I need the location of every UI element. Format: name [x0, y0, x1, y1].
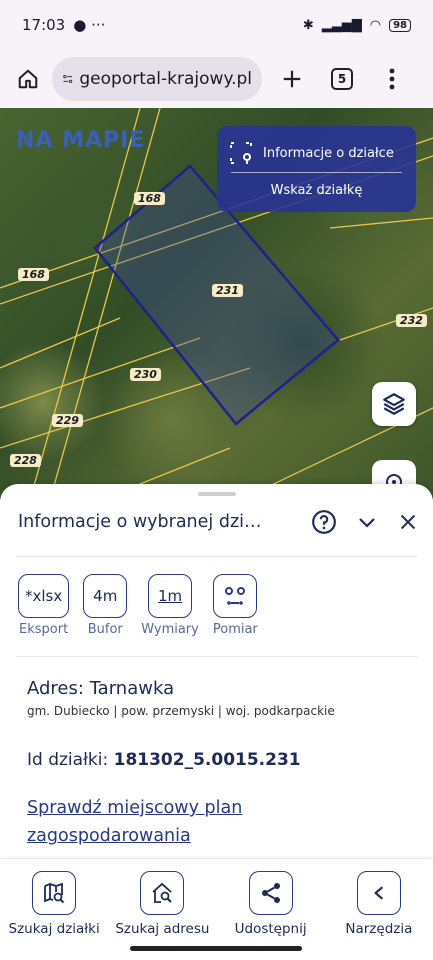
export-tool[interactable]: *xlsx Eksport: [18, 574, 70, 637]
divider: [16, 656, 417, 657]
site-settings-icon[interactable]: [62, 69, 73, 89]
parcel-id: Id działki: 181302_5.0015.231: [27, 750, 301, 770]
parcel-select-icon: [230, 142, 252, 164]
measure-icon: [213, 574, 258, 618]
parcel-label: 231: [212, 284, 243, 297]
parcel-label: 229: [52, 414, 83, 427]
buffer-tool[interactable]: 4m Bufor: [83, 574, 128, 637]
battery-indicator: 98: [389, 18, 411, 32]
point-parcel-button[interactable]: Wskaż działkę: [217, 183, 416, 198]
parcel-label: 232: [396, 314, 427, 327]
tools-icon: [356, 871, 401, 915]
gesture-bar[interactable]: [130, 946, 302, 951]
map-search-icon: [32, 871, 77, 915]
tab-switcher-button[interactable]: 5: [324, 61, 360, 97]
url-text: geoportal-krajowy.pl: [79, 69, 252, 89]
tab-count: 5: [331, 68, 353, 90]
nav-search-parcel[interactable]: Szukaj działki: [0, 859, 108, 960]
browser-toolbar: geoportal-krajowy.pl 5: [0, 50, 433, 108]
browser-menu-icon[interactable]: [374, 61, 410, 97]
buffer-icon: 4m: [83, 574, 128, 618]
zoning-plan-link[interactable]: Sprawdź miejscowy plan zagospodarowania: [27, 794, 317, 850]
notification-icon: ● ···: [73, 16, 106, 34]
divider: [16, 556, 417, 557]
wifi-icon: ◠: [369, 17, 382, 33]
layers-button[interactable]: [372, 382, 416, 426]
parcel-label: 228: [10, 454, 41, 467]
nav-label: Szukaj adresu: [115, 921, 210, 937]
parcel-label: 168: [134, 192, 165, 205]
parcel-id-label: Id działki:: [27, 750, 109, 770]
divider: [231, 172, 402, 173]
xlsx-icon: *xlsx: [18, 574, 70, 618]
parcel-label: 230: [130, 368, 161, 381]
new-tab-button[interactable]: [274, 61, 310, 97]
tool-label: Pomiar: [212, 622, 258, 637]
nav-tools[interactable]: Narzędzia: [325, 859, 433, 960]
close-icon[interactable]: [397, 511, 419, 533]
nav-label: Udostępnij: [234, 921, 307, 937]
sheet-drag-handle[interactable]: [198, 492, 236, 496]
nav-label: Szukaj działki: [8, 921, 100, 937]
status-bar: 17:03 ● ··· ✱ ▂▃▅▇ ◠ 98: [0, 0, 433, 50]
tool-label: Bufor: [87, 622, 123, 637]
parcel-info-button[interactable]: Informacje o działce: [217, 126, 416, 170]
dimensions-icon: 1m: [148, 574, 193, 618]
app-logo: NA MAPIE: [16, 128, 146, 153]
address-title: Adres: Tarnawka: [27, 678, 175, 699]
bluetooth-icon: ✱: [302, 17, 314, 33]
chevron-down-icon[interactable]: [355, 510, 379, 534]
home-search-icon: [140, 871, 185, 915]
parcel-info-panel: Informacje o działce Wskaż działkę: [217, 126, 416, 212]
dimensions-tool[interactable]: 1m Wymiary: [141, 574, 199, 637]
nav-search-address[interactable]: Szukaj adresu: [108, 859, 216, 960]
share-icon: [248, 871, 293, 915]
address-detail: gm. Dubiecko | pow. przemyski | woj. pod…: [27, 704, 335, 718]
address-bar[interactable]: geoportal-krajowy.pl: [52, 57, 262, 101]
parcel-id-value: 181302_5.0015.231: [113, 750, 301, 770]
sheet-title: Informacje o wybranej dzi…: [18, 512, 262, 532]
parcel-details-sheet: Informacje o wybranej dzi… *xlsx Eksport…: [0, 484, 433, 856]
measure-tool[interactable]: Pomiar: [213, 574, 258, 637]
bottom-navigation: Szukaj działki Szukaj adresu Udostępnij …: [0, 858, 433, 960]
tools-row: *xlsx Eksport 4m Bufor 1m Wymiary Pomiar: [18, 574, 258, 637]
signal-icon: ▂▃▅▇: [321, 17, 362, 33]
parcel-info-title: Informacje o działce: [263, 145, 394, 161]
tool-label: Eksport: [19, 622, 69, 637]
parcel-label: 168: [18, 268, 49, 281]
map-view[interactable]: NA MAPIE 168 168 231 232 230 229 228 Inf…: [0, 108, 433, 500]
nav-share[interactable]: Udostępnij: [217, 859, 325, 960]
home-icon[interactable]: [10, 61, 46, 97]
tool-label: Wymiary: [141, 622, 199, 637]
nav-label: Narzędzia: [345, 921, 413, 937]
layers-icon: [383, 393, 405, 415]
status-time: 17:03: [22, 16, 66, 34]
help-icon[interactable]: [311, 509, 337, 535]
